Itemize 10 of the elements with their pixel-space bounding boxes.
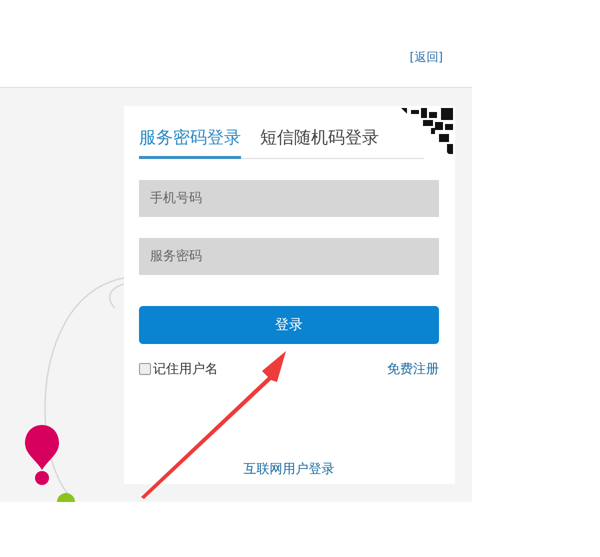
register-link[interactable]: 免费注册 <box>387 360 439 378</box>
back-link[interactable]: [返回] <box>410 49 443 66</box>
checkbox[interactable] <box>139 363 151 375</box>
remember-label: 记住用户名 <box>153 361 218 378</box>
login-button[interactable]: 登录 <box>139 306 439 344</box>
input-field[interactable]: 手机号码 <box>139 180 439 217</box>
login-tab[interactable]: 短信随机码登录 <box>260 126 379 158</box>
input-field[interactable]: 服务密码 <box>139 238 439 275</box>
internet-login-link[interactable]: 互联网用户登录 <box>244 460 334 478</box>
login-tab[interactable]: 服务密码登录 <box>139 126 241 159</box>
